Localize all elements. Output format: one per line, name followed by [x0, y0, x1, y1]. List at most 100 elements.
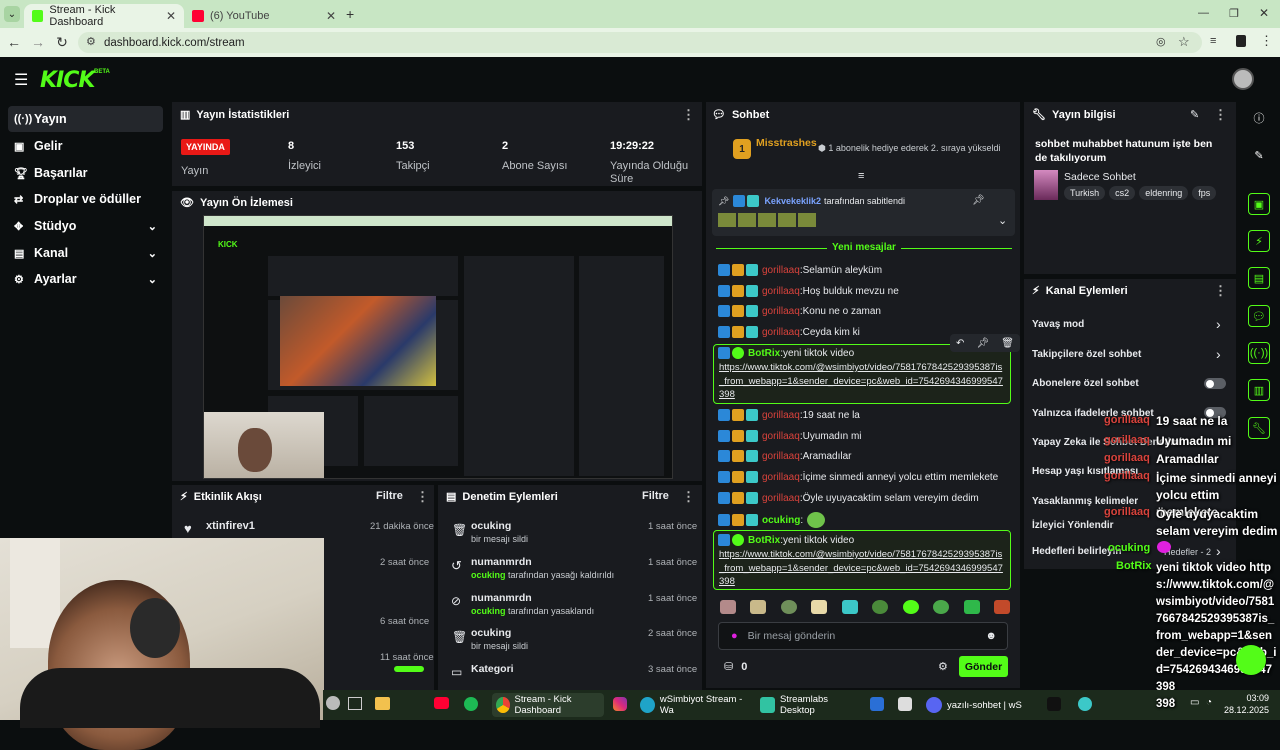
activity-menu-icon[interactable]: ⋮ [416, 489, 429, 505]
chat-input[interactable]: ● Bir mesaj gönderin ☻ [718, 622, 1008, 650]
emote-icon[interactable] [993, 600, 1010, 614]
stats-widget-icon[interactable]: ▣ [1248, 193, 1270, 215]
nav-item-yayin[interactable]: ((·)) Yayın [8, 106, 163, 132]
emote-icon[interactable] [933, 600, 950, 614]
nav-item-gelir[interactable]: ▣ Gelir [8, 133, 163, 159]
tag-chip[interactable]: Turkish [1064, 186, 1106, 200]
info-icon[interactable]: ⓘ [1248, 107, 1270, 129]
nav-item-basarilar[interactable]: 🏆︎ Başarılar [8, 160, 163, 186]
chat-username[interactable]: gorillaaq [762, 472, 800, 483]
emote-icon[interactable] [780, 600, 797, 614]
address-bar[interactable]: ⚙ dashboard.kick.com/stream [78, 32, 1202, 53]
emote-icon[interactable] [902, 600, 919, 614]
taskbar-app-streamlabs[interactable]: Streamlabs Desktop [760, 693, 860, 717]
channel-actions-menu-icon[interactable]: ⋮ [1214, 283, 1227, 299]
pencil-icon[interactable]: ✎ [1248, 144, 1270, 166]
nav-item-studyo[interactable]: ✥ Stüdyo ⌄ [8, 213, 163, 239]
tag-chip[interactable]: eldenring [1139, 186, 1189, 200]
microphone-icon[interactable]: ● [731, 630, 738, 642]
file-explorer-icon[interactable] [375, 697, 390, 710]
chat-message[interactable]: gorillaaq: İçime sinmedi anneyi yolcu et… [718, 471, 998, 483]
tiktok-icon[interactable] [1047, 697, 1061, 711]
moderation-widget-icon[interactable]: ▤ [1248, 267, 1270, 289]
chat-username[interactable]: BotRix [748, 535, 780, 546]
activity-filter-button[interactable]: Filtre [376, 490, 403, 502]
chevron-right-icon[interactable]: › [1216, 346, 1221, 362]
reply-icon[interactable]: ↶ [956, 338, 964, 349]
chat-message[interactable]: ocuking: [718, 512, 826, 528]
tab-search-icon[interactable]: ⌄ [4, 6, 20, 22]
chat-message[interactable]: gorillaaq: Hoş bulduk mevzu ne [718, 285, 899, 297]
chat-message[interactable]: gorillaaq: Uyumadın mi [718, 430, 862, 442]
forward-icon[interactable]: → [30, 34, 46, 50]
close-window-icon[interactable]: ✕ [1259, 6, 1269, 20]
monitor-icon[interactable]: ▭ [1190, 697, 1199, 708]
chevron-right-icon[interactable]: › [1216, 543, 1221, 559]
emoji-icon[interactable]: ☻ [985, 630, 997, 642]
chat-message[interactable]: gorillaaq: Ceyda kim ki [718, 326, 860, 338]
chat-message[interactable]: gorillaaq: Selamün aleyküm [718, 264, 882, 276]
back-icon[interactable]: ← [6, 34, 22, 50]
spotify-icon[interactable] [464, 697, 478, 711]
emote-icon[interactable] [811, 600, 828, 614]
tiktok-link[interactable]: https://www.tiktok.com/@wsimbiyot/video/… [719, 548, 1004, 589]
chat-username[interactable]: gorillaaq [762, 327, 800, 338]
extension-icon[interactable] [1236, 35, 1246, 47]
edit-icon[interactable]: ✎ [1190, 108, 1199, 121]
chat-message[interactable]: gorillaaq: Aramadılar [718, 450, 852, 462]
app-icon[interactable] [898, 697, 912, 711]
user-avatar[interactable] [1232, 68, 1254, 90]
outlook-icon[interactable] [870, 697, 884, 711]
network-icon[interactable]: ◔ [1206, 697, 1212, 708]
tab-youtube[interactable]: (6) YouTube ✕ [184, 4, 344, 28]
site-info-icon[interactable]: ⚙ [86, 35, 96, 48]
stream-preview-video[interactable]: KICK [203, 215, 673, 479]
tab-list-icon[interactable]: ≡ [1210, 35, 1216, 47]
nav-item-ayarlar[interactable]: ⚙ Ayarlar ⌄ [8, 266, 163, 292]
taskbar-app-chrome[interactable]: Stream - Kick Dashboard [492, 693, 604, 717]
emote-icon[interactable] [872, 600, 889, 614]
reload-icon[interactable]: ↻ [54, 34, 70, 50]
start-icon[interactable] [326, 696, 340, 710]
subscribers-only-toggle[interactable] [1204, 378, 1226, 389]
nav-item-droplar[interactable]: ⇄ Droplar ve ödüller [8, 186, 163, 212]
send-button[interactable]: Gönder [959, 656, 1008, 677]
task-view-icon[interactable] [348, 697, 362, 710]
moderation-filter-button[interactable]: Filtre [642, 490, 669, 502]
emote-icon[interactable] [750, 600, 767, 614]
chat-username[interactable]: BotRix [748, 348, 780, 359]
maximize-icon[interactable]: ❐ [1229, 7, 1239, 20]
chat-username[interactable]: gorillaaq [762, 265, 800, 276]
chevron-right-icon[interactable]: › [1216, 316, 1221, 332]
tools-widget-icon[interactable]: 🔧︎ [1248, 417, 1270, 439]
app-icon[interactable] [1078, 697, 1092, 711]
chat-username[interactable]: gorillaaq [762, 410, 800, 421]
youtube-app-icon[interactable] [434, 697, 449, 709]
emote-icon[interactable] [963, 600, 980, 614]
tab-kick-dashboard[interactable]: Stream - Kick Dashboard ✕ [24, 4, 184, 28]
emote-icon[interactable] [841, 600, 858, 614]
collapse-icon[interactable]: ≡ [858, 170, 864, 182]
chrome-menu-icon[interactable]: ⋮ [1260, 33, 1273, 49]
action-raid[interactable]: İzleyici Yönlendir [1032, 520, 1114, 531]
moderation-menu-icon[interactable]: ⋮ [682, 489, 695, 505]
stream-info-menu-icon[interactable]: ⋮ [1214, 107, 1227, 123]
minimize-icon[interactable]: — [1198, 7, 1209, 19]
action-followers-only[interactable]: Takipçilere özel sohbet [1032, 349, 1141, 360]
kicks-balance[interactable]: ⛁ 0 [724, 660, 747, 674]
nav-item-kanal[interactable]: ▤ Kanal ⌄ [8, 240, 163, 266]
broadcast-widget-icon[interactable]: ((·)) [1248, 342, 1270, 364]
chat-username[interactable]: gorillaaq [762, 306, 800, 317]
top-gifter-name[interactable]: Misstrashes [756, 137, 817, 149]
category-name[interactable]: Sadece Sohbet [1064, 171, 1136, 183]
tag-chip[interactable]: cs2 [1109, 186, 1136, 200]
taskbar-clock[interactable]: 03:09 28.12.2025 [1224, 692, 1269, 716]
chat-message-botrix[interactable]: BotRix: yeni tiktok video [718, 534, 854, 546]
chat-widget-icon[interactable]: 💬︎ [1248, 305, 1270, 327]
delete-icon[interactable]: 🗑︎ [1001, 338, 1014, 349]
taskbar-app-discord[interactable]: yazılı-sohbet | wS [926, 693, 1036, 717]
chat-settings-icon[interactable]: ⚙ [938, 660, 948, 673]
chat-username[interactable]: gorillaaq [762, 286, 800, 297]
instagram-icon[interactable] [613, 697, 627, 711]
chat-username[interactable]: gorillaaq [762, 431, 800, 442]
